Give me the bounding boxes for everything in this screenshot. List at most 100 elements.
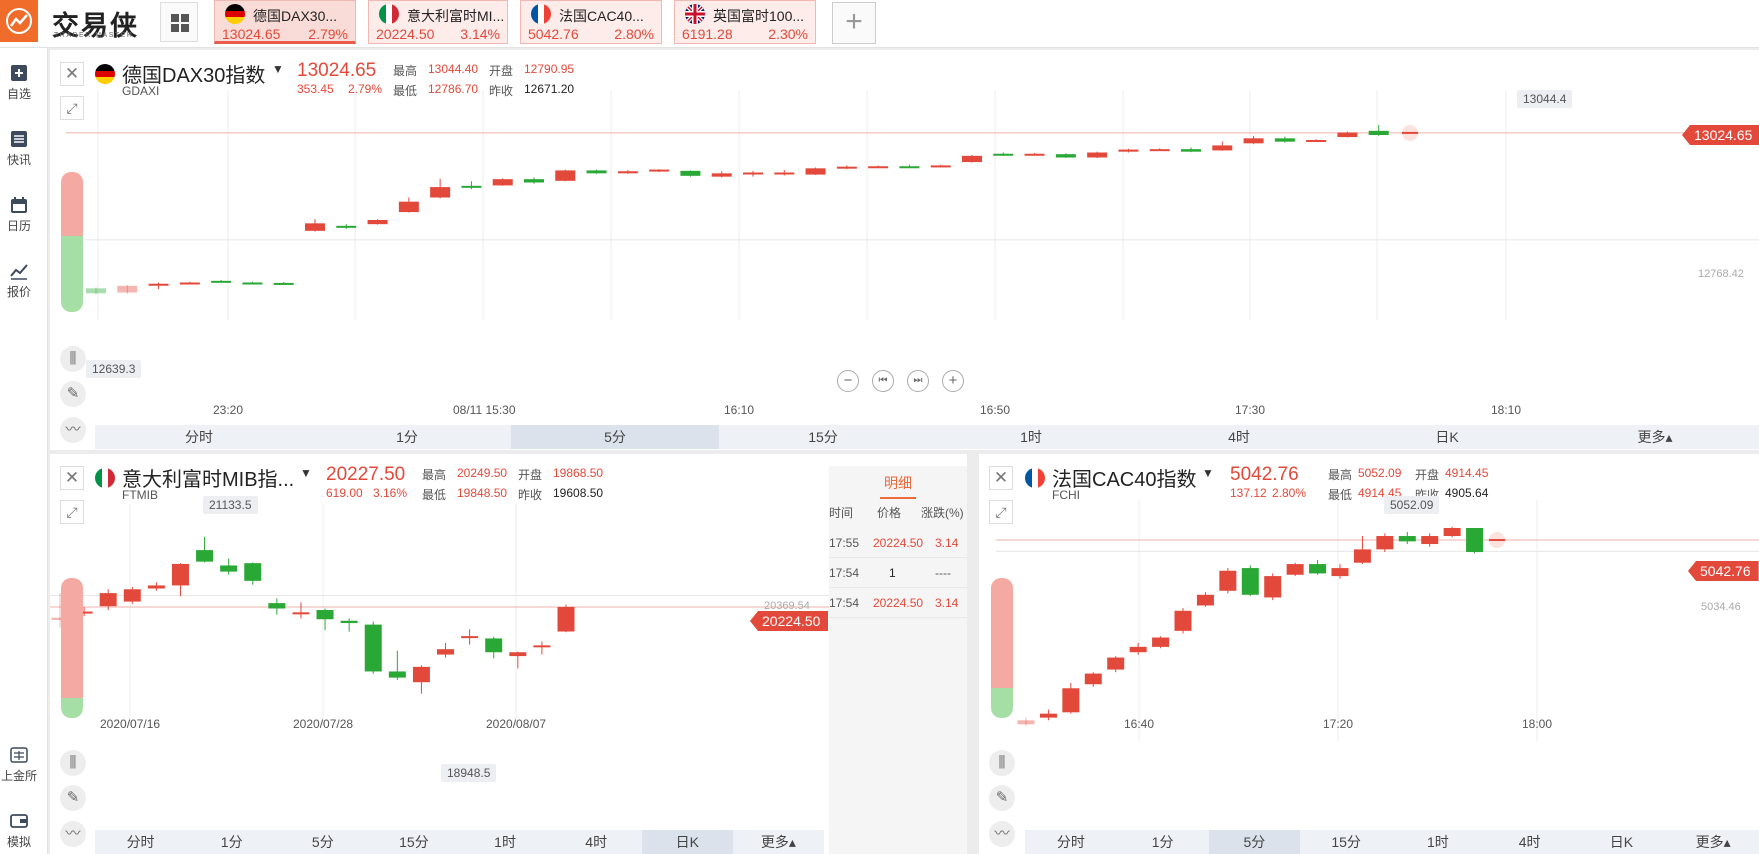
interval-2[interactable]: 5分: [1208, 830, 1301, 854]
step-forward-button[interactable]: ⏭: [907, 370, 929, 392]
candle-16: [586, 170, 607, 174]
candle-6: [273, 282, 294, 285]
candle-36: [1212, 145, 1233, 151]
candle-icon: ⫼: [998, 754, 1006, 771]
interval-2[interactable]: 5分: [277, 830, 368, 854]
line-chart-icon: [10, 264, 28, 280]
draw-tool-button[interactable]: ✎: [60, 381, 86, 407]
chevron-down-icon[interactable]: ▼: [272, 62, 284, 76]
indicator-button[interactable]: 〰: [60, 821, 86, 847]
close-button[interactable]: ✕: [60, 62, 84, 86]
indicator-button[interactable]: 〰: [60, 417, 86, 443]
interval-3[interactable]: 15分: [719, 425, 927, 449]
candle-5: [1129, 646, 1147, 653]
candle-12: [340, 620, 358, 624]
interval-5[interactable]: 4时: [1484, 830, 1576, 854]
interval-0[interactable]: 分时: [1025, 830, 1117, 854]
candle-17: [1398, 536, 1416, 542]
zoom-out-button[interactable]: −: [837, 370, 859, 392]
nav-item-calendar[interactable]: 日历: [0, 196, 38, 234]
zoom-in-button[interactable]: +: [942, 370, 964, 392]
x-axis-label: 18:00: [1521, 717, 1553, 731]
interval-1[interactable]: 1分: [186, 830, 277, 854]
candle-30: [1024, 153, 1045, 156]
tab-mib[interactable]: 意大利富时MI... 20224.50 3.14%: [368, 0, 508, 44]
low-label: 最低: [1328, 488, 1353, 502]
dax-chart[interactable]: [50, 50, 1759, 450]
pencil-icon: ✎: [66, 789, 80, 806]
interval-4[interactable]: 1时: [1392, 830, 1484, 854]
interval-bar: 分时 1分 5分 15分 1时 4时 日K 更多▴: [95, 830, 824, 854]
instrument-code: FTMIB: [122, 488, 158, 502]
interval-7[interactable]: 更多▴: [1667, 830, 1759, 854]
interval-7[interactable]: 更多▴: [1551, 425, 1759, 449]
candle-style-button[interactable]: ⫼: [989, 750, 1015, 776]
interval-5[interactable]: 4时: [551, 830, 642, 854]
candle-style-button[interactable]: ⫼: [60, 750, 86, 776]
candle-10: [1241, 568, 1259, 595]
interval-0[interactable]: 分时: [95, 830, 186, 854]
tab-cac[interactable]: 法国CAC40... 5042.76 2.80%: [520, 0, 662, 44]
candle-14: [1331, 568, 1349, 577]
interval-2[interactable]: 5分: [511, 425, 719, 449]
x-axis-label: 17:20: [1322, 717, 1354, 731]
candle-25: [868, 166, 889, 169]
buy-sell-ratio-bar: [61, 172, 83, 312]
candle-style-button[interactable]: ⫼: [60, 346, 86, 372]
expand-button[interactable]: ⤢: [60, 96, 84, 120]
indicator-button[interactable]: 〰: [989, 821, 1015, 847]
buy-sell-ratio-bar: [991, 578, 1013, 718]
mib-chart[interactable]: [50, 454, 829, 854]
interval-3[interactable]: 15分: [368, 830, 459, 854]
candle-13: [492, 179, 513, 186]
candle-8: [244, 563, 262, 581]
max-label: 21133.5: [203, 496, 258, 514]
nav-item-fav[interactable]: 自选: [0, 64, 38, 102]
detail-title[interactable]: 明细: [829, 466, 967, 500]
chevron-down-icon[interactable]: ▼: [1202, 466, 1214, 480]
step-back-button[interactable]: ⏮: [872, 370, 894, 392]
candle-5: [242, 282, 263, 285]
expand-button[interactable]: ⤢: [60, 500, 84, 524]
tab-pct: 2.30%: [768, 26, 808, 42]
interval-1[interactable]: 1分: [1117, 830, 1209, 854]
interval-0[interactable]: 分时: [95, 425, 303, 449]
nav-item-sim[interactable]: 模拟: [0, 812, 38, 850]
interval-1[interactable]: 1分: [303, 425, 511, 449]
high-label: 最高: [393, 64, 418, 78]
interval-4[interactable]: 1时: [460, 830, 551, 854]
candle-11: [316, 610, 334, 620]
interval-6[interactable]: 日K: [1343, 425, 1551, 449]
interval-3[interactable]: 15分: [1300, 830, 1392, 854]
candle-4: [1107, 657, 1125, 670]
candle-23: [805, 168, 826, 175]
candle-12: [1286, 564, 1304, 575]
nav-item-news[interactable]: 快讯: [0, 130, 38, 168]
interval-4[interactable]: 1时: [927, 425, 1135, 449]
candle-15: [555, 170, 576, 181]
draw-tool-button[interactable]: ✎: [989, 785, 1015, 811]
interval-5[interactable]: 4时: [1135, 425, 1343, 449]
layout-grid-button[interactable]: [160, 2, 198, 42]
detail-time: 17:55: [829, 536, 860, 550]
nav-item-quote[interactable]: 报价: [0, 262, 38, 300]
candle-22: [774, 172, 795, 175]
interval-bar: 分时 1分 5分 15分 1时 4时 日K 更多▴: [95, 425, 1759, 449]
add-tab-button[interactable]: +: [832, 2, 876, 44]
close-button[interactable]: ✕: [989, 466, 1013, 490]
open-value: 4914.45: [1445, 466, 1489, 480]
tab-dax[interactable]: 德国DAX30... 13024.65 2.79%: [214, 0, 356, 44]
close-button[interactable]: ✕: [60, 466, 84, 490]
interval-7[interactable]: 更多▴: [733, 830, 824, 854]
interval-6[interactable]: 日K: [641, 830, 733, 854]
cac-chart[interactable]: [979, 454, 1759, 854]
interval-6[interactable]: 日K: [1576, 830, 1668, 854]
candle-24: [836, 166, 857, 169]
tab-ftse[interactable]: 英国富时100... 6191.28 2.30%: [674, 0, 816, 44]
nav-item-gold[interactable]: 上金所: [0, 746, 38, 784]
expand-button[interactable]: ⤢: [989, 500, 1013, 524]
top-bar: 交易侠 TRADER MASTER 德国DAX30... 13024.65 2.…: [0, 0, 1759, 48]
logo-icon: [0, 0, 38, 42]
chevron-down-icon[interactable]: ▼: [300, 466, 312, 480]
draw-tool-button[interactable]: ✎: [60, 785, 86, 811]
